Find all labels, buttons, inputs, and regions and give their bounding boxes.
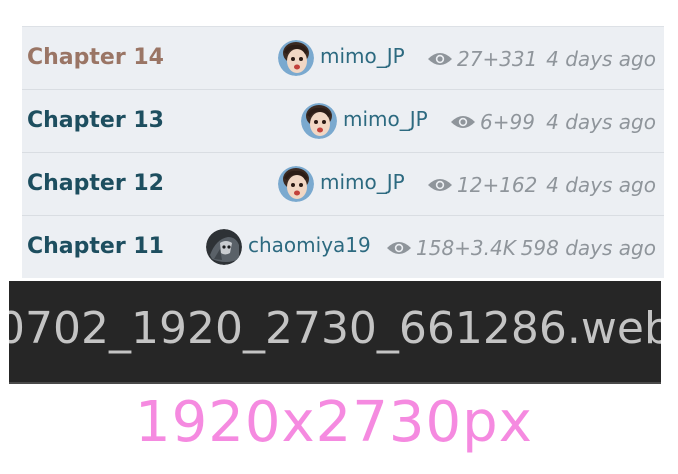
mimo-avatar-icon[interactable]: [301, 103, 337, 139]
upload-time: 4 days ago: [546, 110, 656, 134]
view-count: 6+99: [480, 110, 535, 134]
eye-icon: [427, 50, 453, 68]
uploader-name[interactable]: chaomiya19: [248, 233, 371, 257]
file-name: 0702_1920_2730_661286.webp: [9, 303, 661, 354]
image-dimensions: 1920x2730px: [135, 390, 533, 455]
mimo-avatar-icon[interactable]: [278, 166, 314, 202]
view-count: 12+162: [457, 173, 538, 197]
file-name-bar: 0702_1920_2730_661286.webp: [9, 281, 661, 384]
chapter-list: Chapter 14 mimo_JP 27+331 4 days ago Cha…: [22, 26, 664, 278]
view-count: 27+331: [457, 47, 538, 71]
chapter-link[interactable]: Chapter 12: [27, 171, 164, 196]
page: Chapter 14 mimo_JP 27+331 4 days ago Cha…: [0, 0, 678, 474]
chapter-row[interactable]: Chapter 12 mimo_JP 12+162 4 days ago: [22, 153, 664, 216]
eye-icon: [427, 176, 453, 194]
view-count: 158+3.4K: [416, 236, 516, 260]
eye-icon: [386, 239, 412, 257]
eye-icon: [450, 113, 476, 131]
upload-time: 598 days ago: [520, 236, 656, 260]
uploader-name[interactable]: mimo_JP: [320, 44, 405, 68]
upload-time: 4 days ago: [546, 173, 656, 197]
chapter-link[interactable]: Chapter 14: [27, 45, 164, 70]
chaomiya-avatar-icon[interactable]: [206, 229, 242, 265]
chapter-link[interactable]: Chapter 13: [27, 108, 164, 133]
uploader-name[interactable]: mimo_JP: [320, 170, 405, 194]
chapter-row[interactable]: Chapter 13 mimo_JP 6+99 4 days ago: [22, 90, 664, 153]
uploader-name[interactable]: mimo_JP: [343, 107, 428, 131]
chapter-link[interactable]: Chapter 11: [27, 234, 164, 259]
upload-time: 4 days ago: [546, 47, 656, 71]
chapter-row[interactable]: Chapter 14 mimo_JP 27+331 4 days ago: [22, 27, 664, 90]
mimo-avatar-icon[interactable]: [278, 40, 314, 76]
chapter-row[interactable]: Chapter 11 chaomiya19 158+3.4K 598 days …: [22, 216, 664, 278]
